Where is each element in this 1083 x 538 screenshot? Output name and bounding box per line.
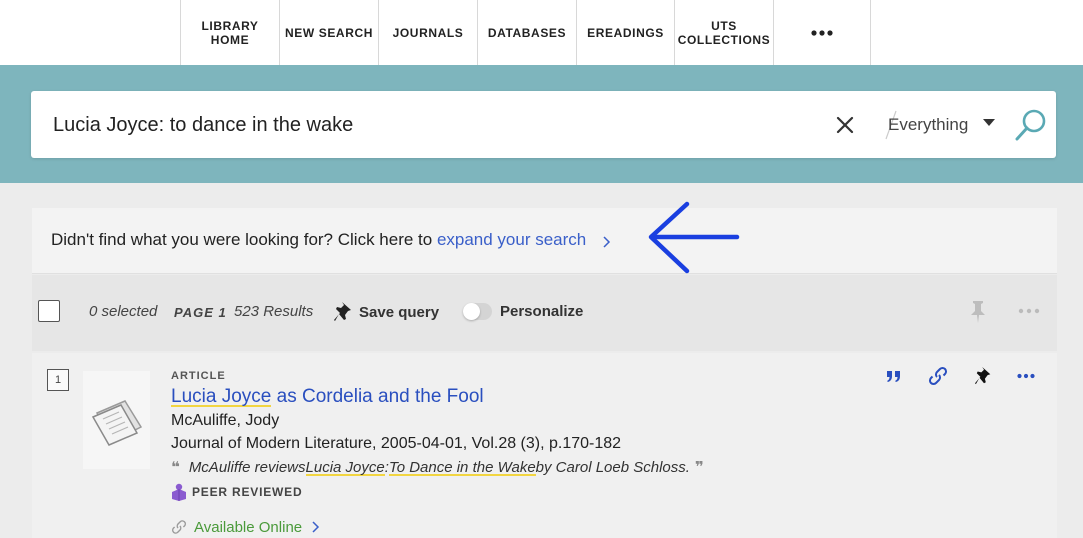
chevron-right-icon[interactable] (602, 235, 612, 249)
result-source: Journal of Modern Literature, 2005-04-01… (171, 435, 622, 452)
personalize-label[interactable]: Personalize (500, 303, 583, 320)
snippet-suffix: by Carol Loeb Schloss. (535, 458, 690, 476)
result-number[interactable]: 1 (47, 369, 69, 391)
article-thumbnail (83, 371, 150, 469)
availability-label: Available Online (194, 518, 303, 536)
nav-label: JOURNALS (392, 25, 464, 40)
nav-label: EREADINGS (587, 25, 664, 40)
annotation-arrow-icon (648, 201, 740, 274)
close-icon[interactable] (832, 112, 858, 138)
nav-ereadings[interactable]: EREADINGS (576, 0, 674, 65)
cite-button[interactable] (883, 365, 905, 387)
ellipsis-icon (1017, 373, 1035, 379)
peer-reviewed-label: PEER REVIEWED (192, 485, 303, 499)
results-count: 523 Results (234, 303, 314, 320)
expand-prefix: Didn't find what you were looking for? C… (51, 230, 437, 249)
ellipsis-icon (811, 29, 833, 36)
search-icon[interactable] (1014, 108, 1048, 142)
available-online-link[interactable]: Available Online (171, 516, 321, 538)
snippet-highlight: Lucia Joyce (305, 458, 385, 476)
page-indicator: PAGE 1 (174, 305, 227, 320)
link-icon (928, 366, 948, 386)
page-number: 1 (218, 305, 227, 320)
select-all-checkbox[interactable] (38, 300, 60, 322)
nav-label: DATABASES (487, 25, 567, 40)
result-author: McAuliffe, Jody (171, 412, 280, 429)
search-bar: Everything (31, 91, 1056, 158)
citation-icon (887, 371, 900, 382)
scope-select[interactable]: Everything (888, 113, 968, 137)
nav-label: LIBRARY (201, 18, 259, 33)
nav-more-button[interactable] (773, 0, 871, 65)
result-item: 1 ARTICLE Lucia Joyce as Cordelia and th… (32, 353, 1057, 538)
snippet-highlight: To Dance in the Wake (388, 458, 536, 476)
close-quote-icon: ❞ (694, 459, 704, 476)
nav-label: COLLECTIONS (677, 32, 771, 47)
nav-label: UTS (711, 18, 737, 33)
nav-library-home[interactable]: LIBRARY HOME (180, 0, 279, 65)
peer-reviewed-icon (172, 483, 186, 501)
snippet-prefix: McAuliffe reviews (188, 458, 306, 476)
selected-count: 0 selected (89, 303, 158, 320)
pin-icon (975, 367, 991, 385)
chevron-right-icon (312, 521, 320, 533)
results-toolbar: 0 selected PAGE 1 523 Results Save query… (32, 275, 1057, 351)
result-type: ARTICLE (171, 370, 226, 382)
save-query-label: Save query (359, 303, 440, 321)
chevron-down-icon[interactable] (983, 119, 995, 127)
search-input[interactable] (53, 109, 813, 141)
pin-icon (334, 302, 351, 321)
personalize-toggle[interactable] (463, 303, 492, 320)
title-highlight: Lucia Joyce (171, 386, 272, 407)
pin-result-button[interactable] (973, 365, 995, 387)
nav-label: NEW SEARCH (284, 25, 373, 40)
peer-reviewed-badge: PEER REVIEWED (171, 482, 302, 502)
expand-search-text: Didn't find what you were looking for? C… (51, 230, 586, 250)
link-icon (172, 520, 186, 534)
nav-journals[interactable]: JOURNALS (378, 0, 477, 65)
save-query-button[interactable]: Save query (334, 300, 439, 324)
document-icon (91, 400, 143, 446)
nav-label: HOME (210, 32, 250, 47)
title-rest: as Cordelia and the Fool (271, 386, 484, 407)
expand-search-link[interactable]: expand your search (437, 230, 586, 249)
top-nav: LIBRARY HOME NEW SEARCH JOURNALS DATABASE… (0, 0, 1083, 65)
result-snippet: ❝ McAuliffe reviews Lucia Joyce: To Danc… (171, 458, 704, 476)
result-title-link[interactable]: Lucia Joyce as Cordelia and the Fool (171, 386, 484, 408)
more-actions-button[interactable] (1015, 365, 1037, 387)
pin-icon[interactable] (968, 300, 988, 324)
page-label: PAGE (174, 305, 214, 320)
open-quote-icon: ❝ (171, 459, 180, 476)
nav-new-search[interactable]: NEW SEARCH (279, 0, 378, 65)
nav-databases[interactable]: DATABASES (477, 0, 576, 65)
toggle-knob (463, 303, 480, 320)
permalink-button[interactable] (927, 365, 949, 387)
more-options-icon[interactable] (1018, 302, 1040, 320)
nav-uts-collections[interactable]: UTS COLLECTIONS (674, 0, 773, 65)
expand-search-banner: Didn't find what you were looking for? C… (32, 208, 1057, 274)
